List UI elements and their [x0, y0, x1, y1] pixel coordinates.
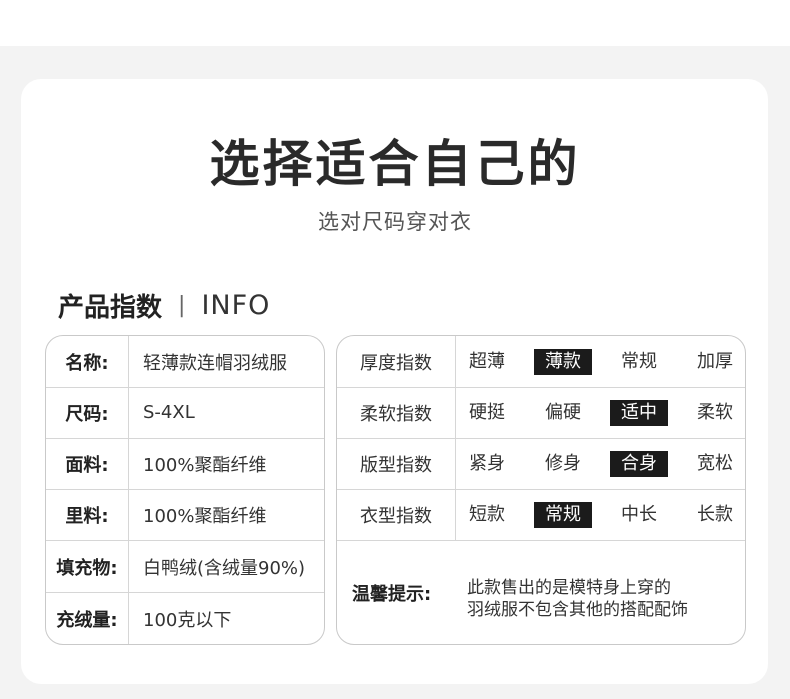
spec-row: 面料: 100%聚酯纤维 — [46, 438, 324, 490]
note-line: 羽绒服不包含其他的搭配配饰 — [467, 600, 688, 620]
page-title: 选择适合自己的 — [209, 135, 581, 193]
section-title-en: INFO — [201, 289, 271, 321]
index-row: 厚度指数 超薄 薄款 常规 加厚 — [337, 336, 745, 388]
note-label: 温馨提示: — [352, 584, 432, 605]
index-option: 中长 — [621, 504, 657, 525]
spec-value: 白鸭绒(含绒量90%) — [143, 557, 306, 579]
note-row: 温馨提示: 此款售出的是模特身上穿的 羽绒服不包含其他的搭配配饰 — [337, 542, 745, 644]
spec-value: 100克以下 — [143, 609, 232, 631]
index-option: 宽松 — [697, 453, 733, 474]
index-option-selected: 薄款 — [534, 349, 592, 375]
spec-label: 充绒量: — [46, 593, 129, 644]
index-options: 硬挺 偏硬 适中 柔软 — [456, 387, 745, 438]
index-option: 长款 — [697, 504, 733, 525]
index-label: 厚度指数 — [337, 336, 456, 387]
spec-row: 名称: 轻薄款连帽羽绒服 — [46, 336, 324, 388]
spec-value: 轻薄款连帽羽绒服 — [143, 352, 287, 374]
index-row: 版型指数 紧身 修身 合身 宽松 — [337, 438, 745, 490]
index-option: 加厚 — [697, 351, 733, 372]
note-line: 此款售出的是模特身上穿的 — [467, 578, 671, 598]
section-separator: | — [178, 292, 186, 318]
spec-label: 填充物: — [46, 541, 129, 592]
spec-label: 尺码: — [46, 387, 129, 438]
spec-label: 面料: — [46, 438, 129, 489]
spec-label: 名称: — [46, 336, 129, 387]
index-option: 偏硬 — [545, 402, 581, 423]
index-label: 衣型指数 — [337, 489, 456, 540]
spec-value: 100%聚酯纤维 — [143, 454, 267, 476]
index-option: 紧身 — [469, 453, 505, 474]
index-label: 版型指数 — [337, 438, 456, 489]
section-heading: 产品指数 | INFO — [58, 285, 270, 325]
spec-row: 填充物: 白鸭绒(含绒量90%) — [46, 541, 324, 593]
index-option-selected: 合身 — [610, 451, 668, 477]
spec-table: 名称: 轻薄款连帽羽绒服 尺码: S-4XL 面料: 100%聚酯纤维 里料: … — [45, 335, 325, 645]
index-row: 柔软指数 硬挺 偏硬 适中 柔软 — [337, 387, 745, 439]
index-options: 超薄 薄款 常规 加厚 — [456, 336, 745, 387]
index-option: 常规 — [621, 351, 657, 372]
index-option: 短款 — [469, 504, 505, 525]
page-subtitle: 选对尺码穿对衣 — [318, 210, 472, 234]
index-option-selected: 适中 — [610, 400, 668, 426]
section-title-cn: 产品指数 — [58, 292, 163, 323]
index-options: 紧身 修身 合身 宽松 — [456, 438, 745, 489]
index-option: 修身 — [545, 453, 581, 474]
spec-value: S-4XL — [143, 402, 195, 423]
index-row: 衣型指数 短款 常规 中长 长款 — [337, 489, 745, 541]
index-options: 短款 常规 中长 长款 — [456, 489, 745, 540]
spec-row: 充绒量: 100克以下 — [46, 593, 324, 644]
spec-label: 里料: — [46, 489, 129, 540]
index-option: 柔软 — [697, 402, 733, 423]
index-option-selected: 常规 — [534, 502, 592, 528]
spec-row: 里料: 100%聚酯纤维 — [46, 489, 324, 541]
index-option: 硬挺 — [469, 402, 505, 423]
index-label: 柔软指数 — [337, 387, 456, 438]
spec-value: 100%聚酯纤维 — [143, 505, 267, 527]
top-band — [0, 0, 790, 46]
note-text: 此款售出的是模特身上穿的 羽绒服不包含其他的搭配配饰 — [467, 577, 688, 621]
spec-row: 尺码: S-4XL — [46, 387, 324, 439]
index-table: 厚度指数 超薄 薄款 常规 加厚 柔软指数 硬挺 偏硬 适中 柔软 版型指数 紧… — [336, 335, 746, 645]
index-option: 超薄 — [469, 351, 505, 372]
